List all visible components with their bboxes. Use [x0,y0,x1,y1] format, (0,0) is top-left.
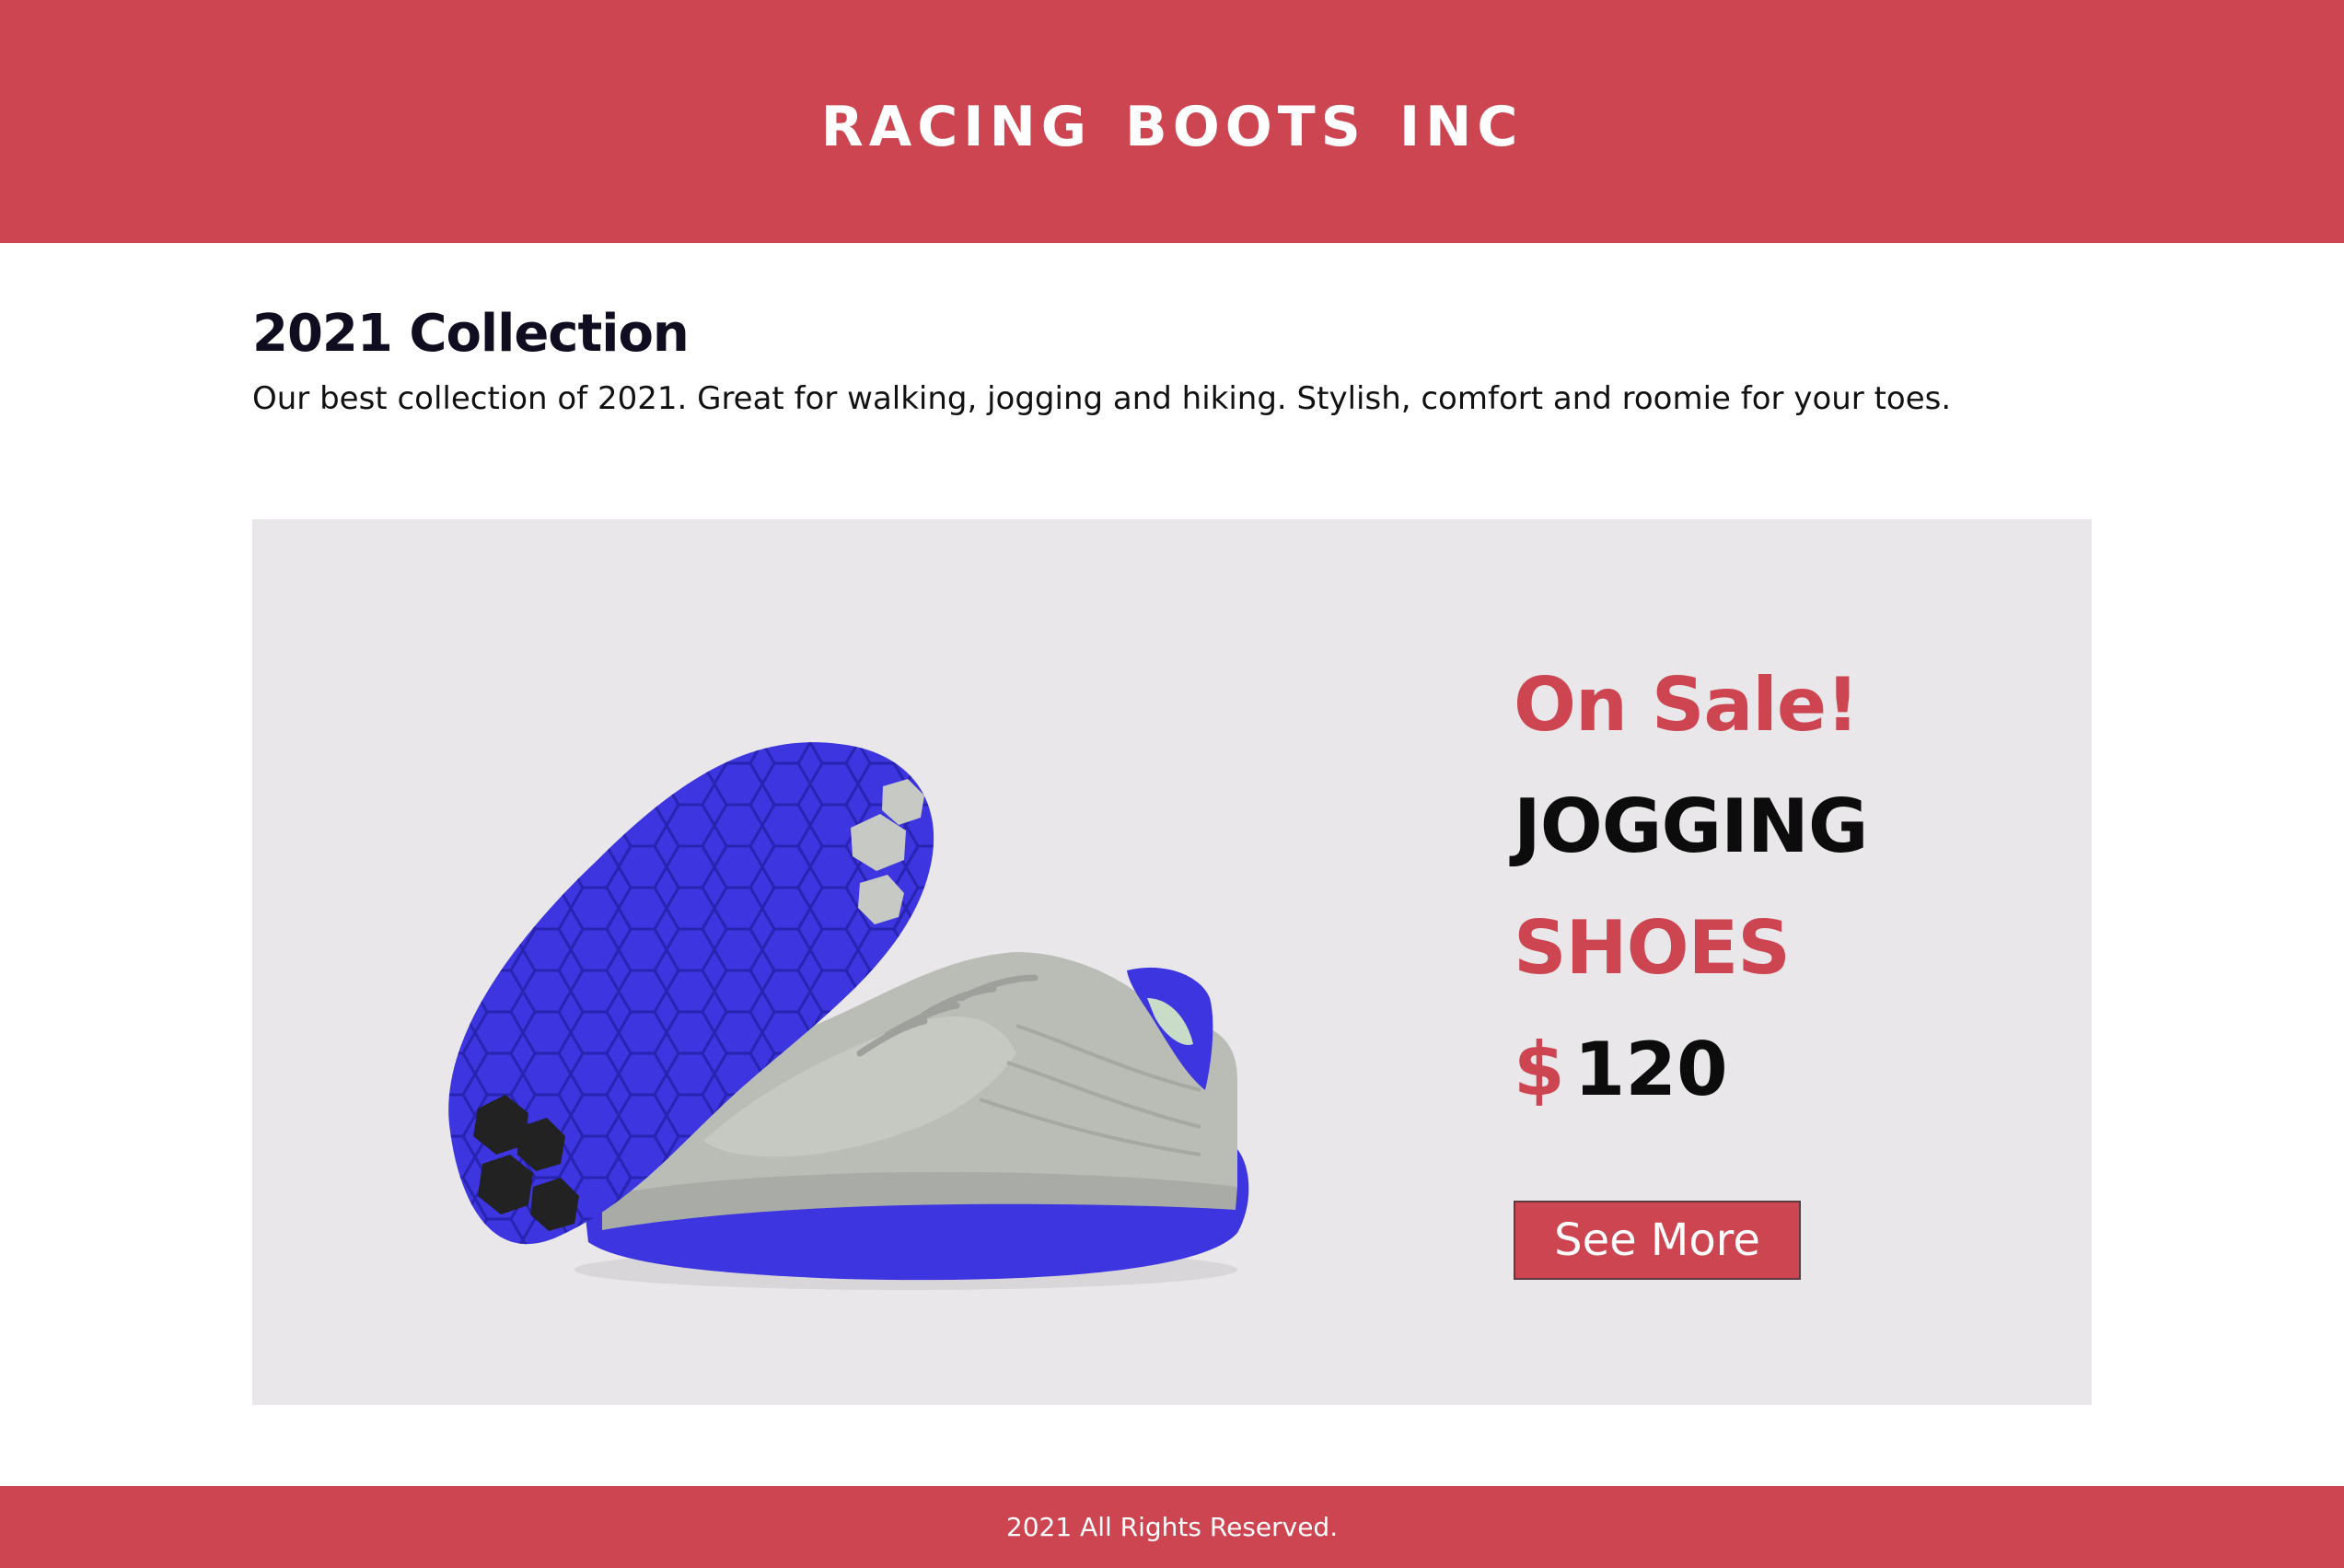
brand-logo[interactable]: Racing Boots Inc [821,73,1524,165]
collection-description: Our best collection of 2021. Great for w… [252,380,1952,417]
collection-intro: 2021 Collection Our best collection of 2… [252,304,2094,417]
see-more-button[interactable]: See More [1514,1201,1801,1280]
site-footer: 2021 All Rights Reserved. [0,1486,2344,1568]
site-header: Racing Boots Inc [0,0,2344,243]
product-name-line1: JOGGING [1514,784,1868,869]
product-name-line2: SHOES [1514,905,1791,991]
offer-panel: On Sale! JOGGING SHOES $120 See More [1514,645,1868,1280]
product-price: $120 [1514,1009,1867,1131]
promo-card: On Sale! JOGGING SHOES $120 See More [252,519,2092,1405]
sale-badge: On Sale! [1514,662,1860,748]
price-amount: 120 [1573,1027,1728,1112]
currency-symbol: $ [1514,1027,1565,1112]
running-shoe-image [448,742,1249,1290]
copyright-text: 2021 All Rights Reserved. [1005,1512,1339,1542]
collection-title: 2021 Collection [252,304,690,364]
